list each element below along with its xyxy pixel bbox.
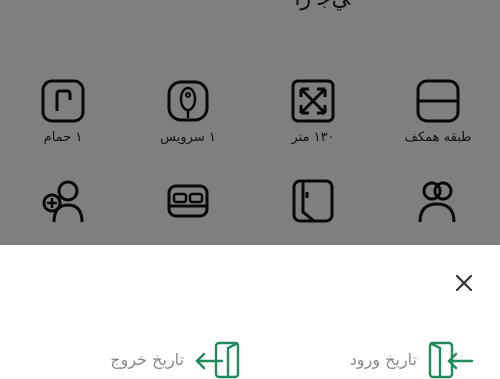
logout-door-icon: [195, 341, 240, 379]
login-door-icon: [428, 341, 474, 379]
checkin-label: تاریخ ورود: [349, 349, 417, 369]
checkout-date-field[interactable]: تاریخ خروج: [110, 339, 242, 379]
checkout-label: تاریخ خروج: [110, 349, 184, 369]
close-button[interactable]: [452, 271, 476, 295]
close-icon: [455, 274, 473, 292]
date-picker-sheet: تاریخ ورود تاریخ خروج: [0, 245, 500, 379]
checkin-date-field[interactable]: تاریخ ورود: [350, 339, 475, 379]
modal-backdrop[interactable]: [0, 0, 500, 245]
